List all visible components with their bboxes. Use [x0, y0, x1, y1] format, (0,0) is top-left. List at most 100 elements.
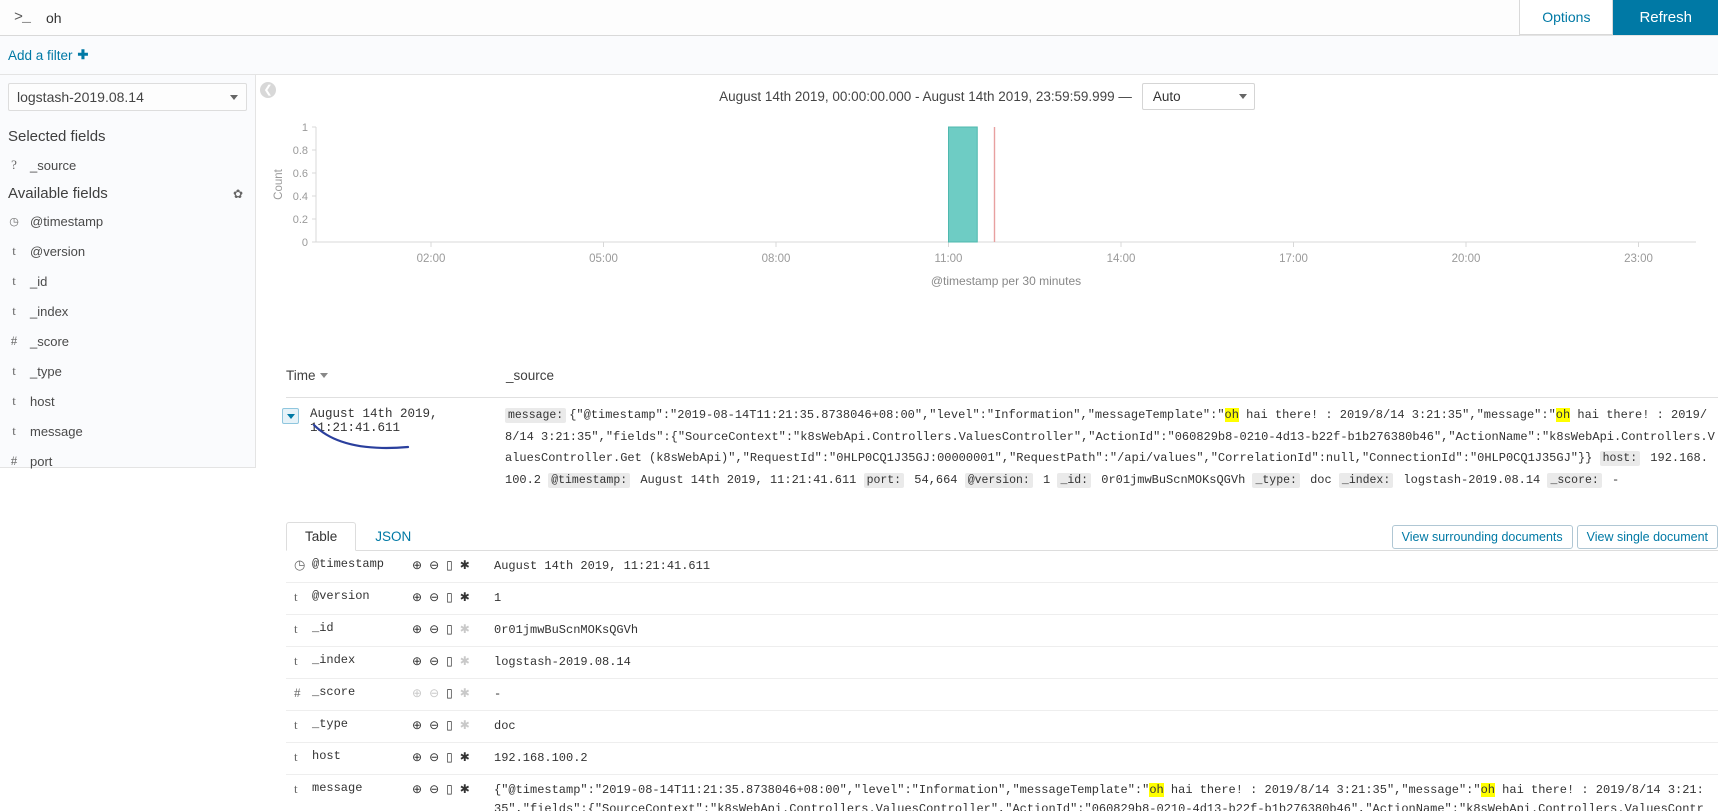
- sidebar-field-label: @version: [30, 243, 86, 259]
- doc-table-header: Time _source: [286, 368, 1718, 398]
- filter-for-field-present-icon[interactable]: ✱: [460, 590, 470, 604]
- field-type-icon: #: [294, 685, 301, 700]
- interval-select[interactable]: Auto: [1141, 82, 1255, 110]
- sidebar-field-host[interactable]: t host: [0, 386, 255, 416]
- x-tick-label: 23:00: [1624, 253, 1653, 265]
- toggle-column-icon[interactable]: ▯: [446, 718, 453, 732]
- time-range-label[interactable]: August 14th 2019, 00:00:00.000 - August …: [719, 89, 1132, 104]
- available-fields-title: Available fields ✿: [0, 180, 255, 207]
- toggle-column-icon[interactable]: ▯: [446, 590, 453, 604]
- field-action-icons: ⊕ ⊖ ▯ ✱: [412, 743, 490, 775]
- field-type-number-icon: #: [10, 333, 18, 348]
- filter-for-field-present-icon: ✱: [459, 622, 470, 636]
- sidebar-field-version[interactable]: t @version: [0, 236, 255, 266]
- tab-json[interactable]: JSON: [356, 522, 430, 551]
- doc-field-table: ◷ @timestamp ⊕ ⊖ ▯ ✱ August 14th 2019, 11:21:4…: [286, 551, 1718, 811]
- filter-for-value-icon[interactable]: ⊕: [412, 590, 422, 604]
- toggle-column-icon[interactable]: ▯: [446, 782, 453, 796]
- toggle-column-icon[interactable]: ▯: [446, 686, 453, 700]
- filter-for-field-present-icon: ✱: [459, 654, 470, 668]
- sidebar-field-label: message: [30, 423, 83, 439]
- view-single-document-button[interactable]: View single document: [1576, 525, 1718, 549]
- sidebar-field-timestamp[interactable]: ◷ @timestamp: [0, 207, 255, 236]
- x-tick-label: 02:00: [417, 253, 446, 265]
- selected-fields-title: Selected fields: [0, 123, 255, 150]
- highlight-term: oh: [1224, 408, 1239, 422]
- filter-out-value-icon[interactable]: ⊖: [429, 558, 439, 572]
- sidebar-field-id[interactable]: t _id: [0, 266, 255, 296]
- toggle-column-icon[interactable]: ▯: [446, 558, 453, 572]
- filter-for-value-icon[interactable]: ⊕: [412, 750, 422, 764]
- field-name-cell: _id: [312, 621, 334, 635]
- add-filter-button[interactable]: Add a filter ✚: [8, 47, 88, 63]
- filter-for-field-present-icon[interactable]: ✱: [460, 750, 470, 764]
- field-action-icons: ⊕ ⊖ ▯ ✱: [412, 679, 490, 711]
- caret-down-icon: [286, 413, 295, 419]
- sidebar-field-message[interactable]: t message: [0, 416, 255, 446]
- field-type-unknown-icon: ?: [11, 157, 17, 172]
- sidebar-field-label: _index: [30, 303, 69, 319]
- filter-out-value-icon[interactable]: ⊖: [429, 750, 439, 764]
- sidebar-field-label: host: [30, 393, 55, 409]
- tab-table[interactable]: Table: [286, 522, 357, 551]
- gear-icon[interactable]: ✿: [233, 187, 243, 201]
- y-tick-label: 0.6: [293, 168, 308, 180]
- sort-caret-icon[interactable]: [319, 373, 328, 378]
- meta-field-label: @timestamp:: [548, 472, 631, 488]
- source-field-label: message:: [505, 408, 567, 423]
- toggle-column-icon[interactable]: ▯: [446, 654, 453, 668]
- sidebar-field-label: _source: [30, 157, 77, 173]
- filter-for-field-present-icon[interactable]: ✱: [460, 558, 470, 572]
- field-type-string-icon: t: [12, 303, 16, 318]
- column-header-time[interactable]: Time: [286, 368, 506, 383]
- filter-for-value-icon[interactable]: ⊕: [412, 718, 422, 732]
- highlight-term: oh: [1480, 783, 1495, 797]
- filter-for-value-icon[interactable]: ⊕: [412, 782, 422, 796]
- toggle-column-icon[interactable]: ▯: [446, 622, 453, 636]
- filter-out-value-icon[interactable]: ⊖: [429, 782, 439, 796]
- refresh-button[interactable]: Refresh: [1613, 0, 1718, 35]
- filter-out-value-icon[interactable]: ⊖: [429, 718, 439, 732]
- x-tick-label: 05:00: [589, 253, 618, 265]
- column-header-time-label: Time: [286, 368, 316, 383]
- field-action-icons: ⊕ ⊖ ▯ ✱: [412, 775, 490, 811]
- filter-out-value-icon[interactable]: ⊖: [429, 590, 439, 604]
- sidebar-field-port[interactable]: # port: [0, 446, 255, 476]
- histogram-svg[interactable]: 1 0.8 0.6 0.4 0.2 0 Count 02:00 05:00 08:00 11:00 1…: [256, 117, 1718, 362]
- histogram-bar: [948, 126, 978, 243]
- filter-for-value-icon[interactable]: ⊕: [412, 622, 422, 636]
- doc-detail-panel: Table JSON View surrounding documents Vi…: [286, 520, 1718, 811]
- filter-out-value-icon[interactable]: ⊖: [429, 654, 439, 668]
- filter-for-field-present-icon[interactable]: ✱: [460, 782, 470, 796]
- search-input[interactable]: [46, 0, 1512, 35]
- x-tick-label: 20:00: [1452, 253, 1481, 265]
- options-button[interactable]: Options: [1520, 0, 1614, 35]
- index-pattern-select[interactable]: logstash-2019.08.14: [8, 83, 247, 111]
- view-surrounding-documents-button[interactable]: View surrounding documents: [1391, 525, 1573, 549]
- field-value-cell: -: [494, 687, 502, 701]
- meta-field-label: _score:: [1547, 472, 1602, 488]
- sidebar-field-index[interactable]: t _index: [0, 296, 255, 326]
- value-text-a: {"@timestamp":"2019-08-14T11:21:35.87380…: [494, 783, 1150, 797]
- query-input-wrap[interactable]: >_: [0, 0, 1521, 36]
- add-filter-label: Add a filter: [8, 47, 73, 63]
- filter-out-value-icon[interactable]: ⊖: [429, 622, 439, 636]
- filter-for-value-icon[interactable]: ⊕: [412, 654, 422, 668]
- meta-field-value: -: [1604, 472, 1620, 487]
- table-row: t _id ⊕ ⊖ ▯ ✱ 0r01jmwBuScnMOKsQGVh: [286, 615, 1718, 647]
- filter-for-value-icon[interactable]: ⊕: [412, 558, 422, 572]
- sidebar-field-score[interactable]: # _score: [0, 326, 255, 356]
- y-tick-label: 0: [302, 237, 308, 249]
- table-row: t @version ⊕ ⊖ ▯ ✱ 1: [286, 583, 1718, 615]
- field-type-icon: t: [294, 717, 298, 732]
- expand-row-toggle[interactable]: [282, 408, 299, 424]
- sidebar-field-type[interactable]: t _type: [0, 356, 255, 386]
- toggle-column-icon[interactable]: ▯: [446, 750, 453, 764]
- meta-field-label: _index:: [1338, 472, 1394, 488]
- sidebar-field-source[interactable]: ? _source: [0, 150, 255, 180]
- doc-detail-tabs: Table JSON View surrounding documents Vi…: [286, 520, 1718, 551]
- field-value-cell: 1: [494, 591, 502, 605]
- field-action-icons: ⊕ ⊖ ▯ ✱: [412, 615, 490, 647]
- meta-field-label: host:: [1599, 451, 1641, 466]
- kibana-discover-app: >_ Options Refresh Add a filter ✚ logsta…: [0, 0, 1718, 811]
